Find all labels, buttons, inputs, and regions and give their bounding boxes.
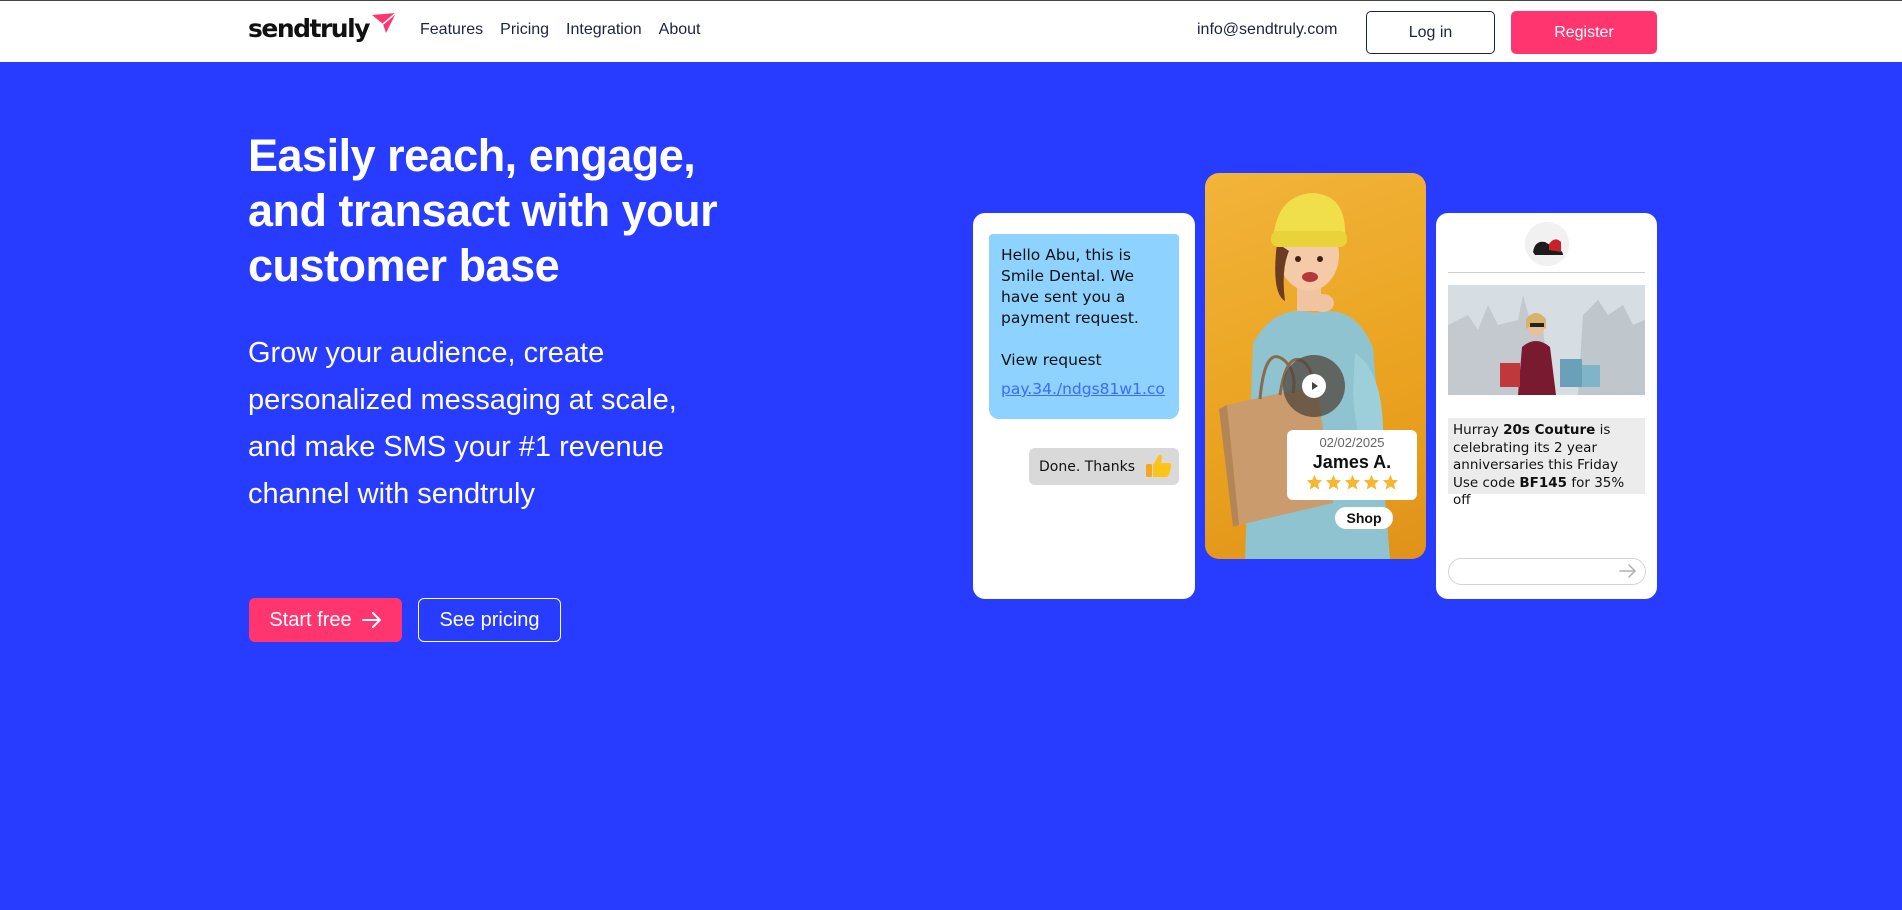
start-free-button[interactable]: Start free <box>249 598 402 642</box>
brand-avatar <box>1525 222 1569 266</box>
star-icon <box>1363 474 1379 490</box>
play-icon <box>1312 382 1318 390</box>
contact-email-link[interactable]: info@sendtruly.com <box>1197 21 1337 39</box>
rating-stars <box>1287 474 1417 490</box>
sms-action-text: View request <box>1001 351 1102 369</box>
promo-message-card: Hurray 20s Couture is celebrating its 2 … <box>1436 213 1657 599</box>
logo-text: sendtruly <box>248 13 370 43</box>
sms-message-text: Hello Abu, this is Smile Dental. We have… <box>1001 246 1139 327</box>
register-button[interactable]: Register <box>1511 11 1657 54</box>
send-icon[interactable] <box>1619 563 1637 579</box>
nav-link-about[interactable]: About <box>659 21 701 39</box>
nav-link-features[interactable]: Features <box>420 21 483 39</box>
payment-link[interactable]: pay.34./ndgs81w1.co <box>1001 379 1167 400</box>
promo-brand: 20s Couture <box>1503 422 1596 438</box>
promo-image <box>1448 285 1645 395</box>
start-free-label: Start free <box>269 608 352 631</box>
review-badge: 02/02/2025 James A. <box>1287 430 1417 500</box>
promo-message-text: Hurray 20s Couture is celebrating its 2 … <box>1448 418 1645 508</box>
hero-subtitle: Grow your audience, create personalized … <box>248 337 677 510</box>
header-divider <box>1448 272 1645 273</box>
review-date: 02/02/2025 <box>1319 435 1385 450</box>
promo-text-part: Hurray <box>1453 422 1504 438</box>
play-video-button[interactable] <box>1283 355 1345 417</box>
promo-code: BF145 <box>1519 474 1568 491</box>
arrow-right-icon <box>361 612 381 628</box>
logo[interactable]: sendtruly <box>248 11 397 45</box>
star-icon <box>1382 474 1398 490</box>
star-icon <box>1344 474 1360 490</box>
shoe-image <box>1525 222 1569 266</box>
see-pricing-button[interactable]: See pricing <box>418 598 561 642</box>
shop-button[interactable]: Shop <box>1335 507 1393 529</box>
message-input[interactable] <box>1448 558 1646 585</box>
nav-link-integration[interactable]: Integration <box>566 21 642 39</box>
thumbs-up-icon <box>1146 454 1172 477</box>
nav-links: Features Pricing Integration About <box>420 21 700 39</box>
top-navbar: sendtruly Features Pricing Integration A… <box>0 0 1902 62</box>
shopping-woman-image <box>1448 285 1645 395</box>
video-review-card: 02/02/2025 James A. Shop <box>1205 173 1426 559</box>
login-button[interactable]: Log in <box>1366 11 1495 54</box>
reviewer-name: James A. <box>1312 452 1392 472</box>
reply-text: Done. Thanks <box>1039 458 1136 475</box>
hero-title: Easily reach, engage, and transact with … <box>248 130 718 291</box>
star-icon <box>1325 474 1341 490</box>
sms-conversation-card: Hello Abu, this is Smile Dental. We have… <box>973 213 1195 599</box>
star-icon <box>1306 474 1322 490</box>
paper-plane-icon <box>371 12 397 33</box>
incoming-sms-bubble: Hello Abu, this is Smile Dental. We have… <box>989 234 1179 419</box>
nav-link-pricing[interactable]: Pricing <box>500 21 549 39</box>
reply-sms-bubble: Done. Thanks <box>1029 448 1179 485</box>
